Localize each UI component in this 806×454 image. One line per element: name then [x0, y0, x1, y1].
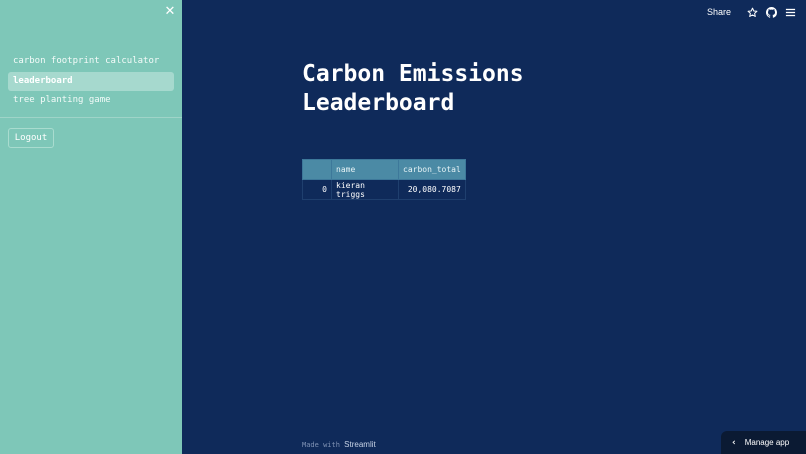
sidebar: ✕ carbon footprint calculator leaderboar…: [0, 0, 182, 454]
sidebar-item-tree-planting-game[interactable]: tree planting game: [8, 91, 174, 110]
table-cell-name: kieran triggs: [331, 179, 399, 200]
header-actions: Share: [707, 5, 796, 19]
manage-app-label: Manage app: [744, 438, 790, 447]
table-header-index[interactable]: [302, 159, 332, 180]
close-sidebar-icon[interactable]: ✕: [163, 5, 177, 19]
sidebar-divider: [0, 117, 182, 118]
table-header-carbon-total[interactable]: carbon_total: [398, 159, 466, 180]
footer-streamlit-link[interactable]: Streamlit: [344, 440, 376, 449]
leaderboard-table: name carbon_total 0 kieran triggs 20,080…: [302, 159, 466, 200]
table-cell-index: 0: [302, 179, 332, 200]
table-row: 0 kieran triggs 20,080.7087: [302, 179, 466, 200]
sidebar-nav: carbon footprint calculator leaderboard …: [8, 52, 174, 111]
github-icon[interactable]: [765, 6, 777, 18]
sidebar-item-leaderboard[interactable]: leaderboard: [8, 71, 174, 91]
hamburger-menu-icon[interactable]: [784, 6, 796, 18]
chevron-left-icon: ‹: [732, 437, 736, 448]
star-icon[interactable]: [746, 6, 758, 18]
table-header-row: name carbon_total: [302, 159, 466, 180]
footer: Made with Streamlit: [302, 440, 376, 449]
table-header-name[interactable]: name: [331, 159, 399, 180]
share-button[interactable]: Share: [707, 7, 731, 17]
footer-made-with: Made with: [302, 441, 340, 449]
logout-button[interactable]: Logout: [8, 128, 54, 148]
manage-app-button[interactable]: ‹ Manage app: [721, 431, 806, 454]
sidebar-item-carbon-footprint-calculator[interactable]: carbon footprint calculator: [8, 52, 174, 71]
table-cell-carbon-total: 20,080.7087: [398, 179, 466, 200]
page-title: Carbon Emissions Leaderboard: [302, 61, 524, 116]
